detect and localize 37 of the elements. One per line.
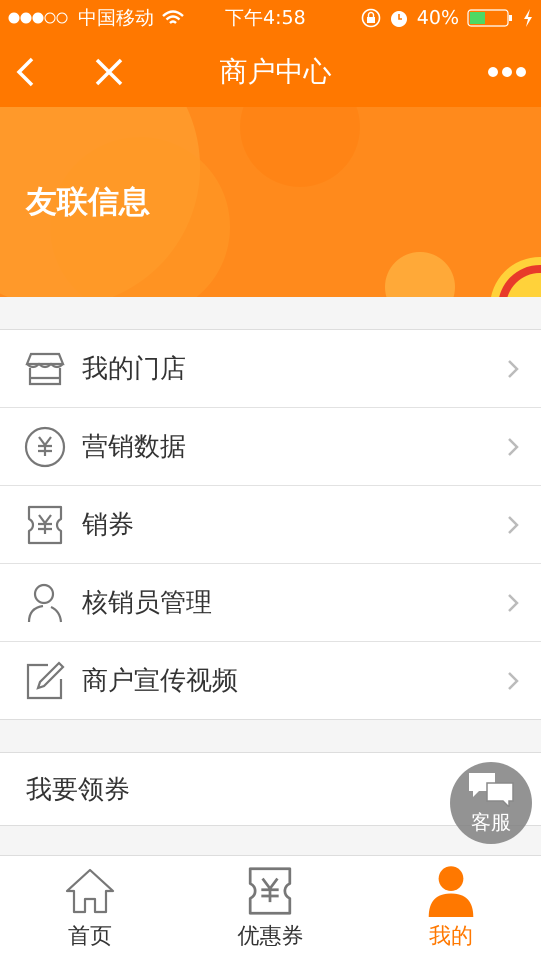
menu-item[interactable]: 销券 bbox=[0, 486, 541, 564]
signal-icon bbox=[8, 12, 70, 24]
tab-label: 优惠券 bbox=[237, 923, 304, 951]
menu-label: 商户宣传视频 bbox=[82, 665, 239, 698]
chevron-icon bbox=[507, 670, 519, 690]
battery-percent: 40% bbox=[416, 7, 459, 29]
tab-label: 首页 bbox=[68, 923, 112, 951]
menu-label: 我的门店 bbox=[82, 353, 187, 386]
alarm-icon bbox=[388, 8, 409, 28]
menu-label: 销券 bbox=[82, 509, 135, 542]
menu-item[interactable]: 营销数据 bbox=[0, 408, 541, 486]
yen-circle-icon bbox=[24, 426, 66, 468]
tab-label: 我的 bbox=[428, 923, 473, 951]
chevron-icon bbox=[507, 592, 519, 612]
page-title: 商户中心 bbox=[220, 54, 332, 90]
chat-icon bbox=[467, 770, 515, 806]
more-icon[interactable] bbox=[487, 66, 527, 78]
charging-icon bbox=[523, 9, 533, 27]
chevron-icon bbox=[507, 436, 519, 456]
tab-item[interactable]: 优惠券 bbox=[180, 856, 361, 960]
chevron-icon bbox=[507, 514, 519, 534]
menu-label: 营销数据 bbox=[82, 431, 187, 464]
battery-icon bbox=[467, 9, 515, 27]
menu-label: 核销员管理 bbox=[82, 587, 213, 620]
carrier-name: 中国移动 bbox=[78, 6, 154, 31]
chevron-icon bbox=[507, 358, 519, 378]
menu-item[interactable]: 核销员管理 bbox=[0, 564, 541, 642]
clock-time: 下午4:58 bbox=[224, 6, 307, 31]
menu-item[interactable]: 我的门店 bbox=[0, 330, 541, 408]
close-icon[interactable] bbox=[94, 56, 124, 86]
merchant-name: 友联信息 bbox=[26, 183, 150, 222]
rotation-lock-icon bbox=[360, 8, 381, 28]
wifi-icon bbox=[162, 10, 184, 26]
edit-icon bbox=[24, 660, 66, 702]
menu-item[interactable]: 商户宣传视频 bbox=[0, 642, 541, 719]
coupon-label: 我要领券 bbox=[26, 774, 130, 806]
tab-item[interactable]: 首页 bbox=[0, 856, 180, 960]
